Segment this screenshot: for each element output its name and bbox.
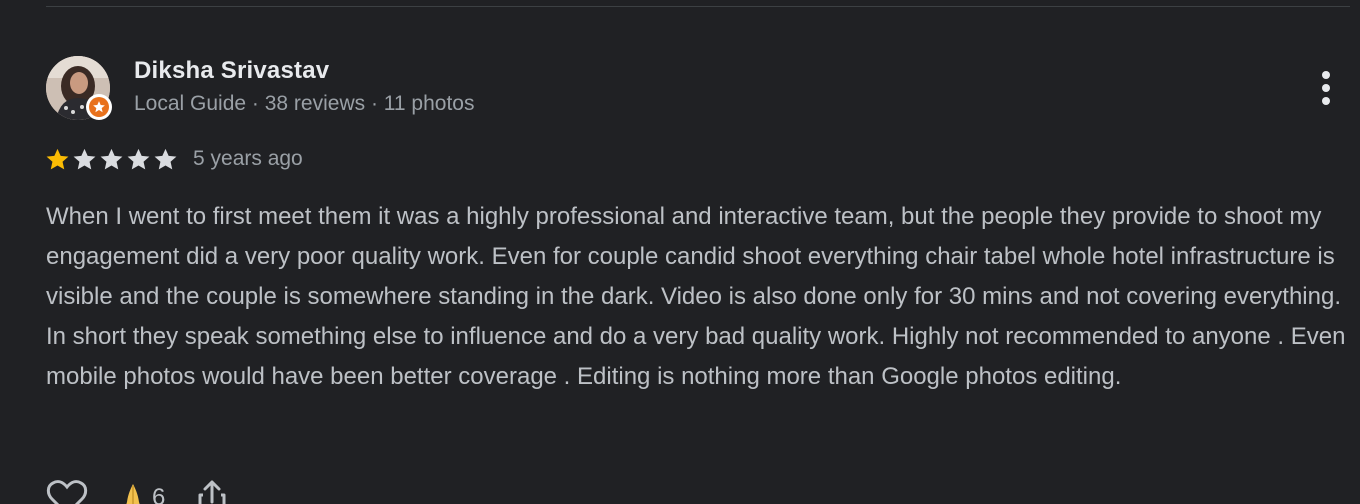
star-empty-icon [154,148,177,169]
top-divider [46,6,1350,7]
more-options-button[interactable] [1311,68,1341,108]
star-rating [44,146,179,173]
star-empty-icon [73,148,96,169]
rating-row: 5 years ago [44,144,303,174]
review-card: Diksha Srivastav Local Guide · 38 review… [0,0,1360,504]
star-empty-icon [100,148,123,169]
more-vert-icon [1322,71,1330,105]
review-text: When I went to first meet them it was a … [46,203,1346,390]
local-guide-star-icon [89,97,109,117]
review-date: 5 years ago [193,147,303,170]
folded-hands-icon [126,484,140,504]
reaction-button[interactable]: 6 [118,478,165,504]
share-button[interactable] [195,478,229,504]
heart-icon [46,480,88,504]
share-icon [198,480,226,504]
star-filled-icon [46,148,69,169]
reviewer-meta[interactable]: Local Guide · 38 reviews · 11 photos [134,92,474,116]
reviewer-name[interactable]: Diksha Srivastav [134,57,329,85]
review-actions: 6 [46,478,229,504]
like-button[interactable] [46,478,88,504]
star-empty-icon [127,148,150,169]
avatar[interactable] [46,56,112,120]
local-guide-badge [86,94,112,120]
reaction-count: 6 [152,484,166,504]
